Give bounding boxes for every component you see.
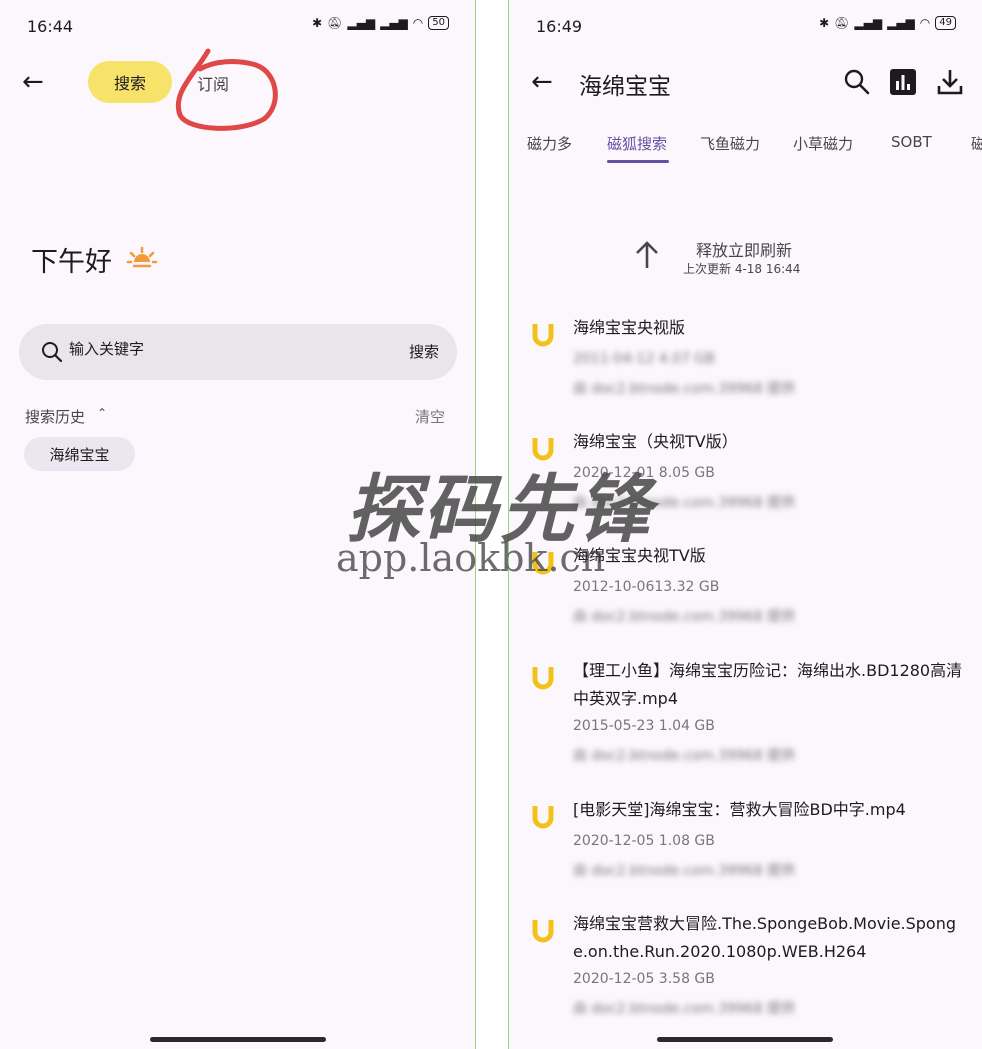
tab-indicator <box>607 160 669 163</box>
magnet-icon <box>532 806 554 829</box>
refresh-updated: 上次更新 4-18 16:44 <box>683 262 801 276</box>
search-button[interactable]: 搜索 <box>409 341 439 362</box>
page-title: 海绵宝宝 <box>579 74 671 100</box>
download-icon[interactable] <box>937 68 963 96</box>
result-source: 由 doc2.btnode.com.39968 提供 <box>573 863 796 879</box>
result-name: [电影天堂]海绵宝宝：营救大冒险BD中字.mp4 <box>573 800 906 819</box>
search-bar[interactable]: 搜索 <box>19 324 457 380</box>
result-source: 由 doc2.btnode.com.39968 提供 <box>573 381 796 397</box>
divider-gap <box>476 0 508 1049</box>
tab-source[interactable]: 飞鱼磁力 <box>700 133 760 154</box>
mute-icon: 🔕︎ <box>834 16 850 30</box>
magnet-icon <box>532 552 554 575</box>
tab-source-active[interactable]: 磁狐搜索 <box>607 133 667 154</box>
history-chip[interactable]: 海绵宝宝 <box>24 437 135 471</box>
back-arrow-icon[interactable]: ← <box>22 69 44 95</box>
result-meta: 2020-12-01 8.05 GB <box>573 465 715 481</box>
bluetooth-icon: ✱ <box>819 16 830 30</box>
result-name: 海绵宝宝（央视TV版） <box>573 432 738 451</box>
tab-source[interactable]: 小草磁力 <box>793 133 853 154</box>
result-name: 海绵宝宝营救大冒险.The.SpongeBob.Movie.Sponge.on.… <box>573 914 957 961</box>
left-screen: 16:44 ✱ 🔕︎ ▂▄▆ ▂▄▆ ◠ 50 ← 搜索 订阅 下午好 搜索 搜… <box>0 0 476 1049</box>
result-source: 由 doc2.btnode.com.39968 提供 <box>573 495 796 511</box>
source-tabs: 磁力多 磁狐搜索 飞鱼磁力 小草磁力 SOBT 磁 <box>509 128 982 164</box>
home-indicator[interactable] <box>657 1037 833 1042</box>
result-meta: 2011-04-12 4.07 GB <box>573 351 715 367</box>
sun-icon <box>126 246 158 268</box>
back-arrow-icon[interactable]: ← <box>531 69 553 95</box>
search-icon <box>42 342 63 363</box>
tab-source[interactable]: SOBT <box>891 133 932 151</box>
wifi-icon: ◠ <box>412 16 424 30</box>
status-icons: ✱ 🔕︎ ▂▄▆ ▂▄▆ ◠ 50 <box>312 16 449 30</box>
red-annotation-circle <box>175 48 278 131</box>
result-name: 海绵宝宝央视TV版 <box>573 546 706 565</box>
result-meta: 2020-12-05 3.58 GB <box>573 971 715 987</box>
tab-source[interactable]: 磁 <box>971 133 982 154</box>
result-source: 由 doc2.btnode.com.39968 提供 <box>573 1001 796 1017</box>
result-source: 由 doc2.btnode.com.39968 提供 <box>573 748 796 764</box>
chart-icon[interactable] <box>890 69 916 95</box>
search-history-label: 搜索历史 <box>25 408 86 426</box>
bluetooth-icon: ✱ <box>312 16 323 30</box>
greeting-text: 下午好 <box>31 247 112 278</box>
magnet-icon <box>532 438 554 461</box>
wifi-icon: ◠ <box>919 16 931 30</box>
magnet-icon <box>532 667 554 690</box>
signal-icon: ▂▄▆ <box>854 16 883 30</box>
signal-icon: ▂▄▆ <box>380 16 408 30</box>
result-meta: 2015-05-23 1.04 GB <box>573 718 715 734</box>
chevron-up-icon[interactable]: ⌃ <box>97 406 107 420</box>
signal-icon: ▂▄▆ <box>887 16 915 30</box>
arrow-up-icon <box>636 241 658 268</box>
tab-search[interactable]: 搜索 <box>88 61 172 103</box>
result-meta: 2012-10-0613.32 GB <box>573 579 720 595</box>
mute-icon: 🔕︎ <box>327 16 343 30</box>
status-icons: ✱ 🔕︎ ▂▄▆ ▂▄▆ ◠ 49 <box>819 16 956 30</box>
battery-icon: 50 <box>428 16 449 30</box>
result-name: 海绵宝宝央视版 <box>573 318 686 337</box>
magnet-icon <box>532 324 554 347</box>
status-time: 16:44 <box>27 17 74 36</box>
home-indicator[interactable] <box>150 1037 326 1042</box>
status-time: 16:49 <box>536 17 583 36</box>
search-input[interactable] <box>69 340 369 358</box>
result-name: 【理工小鱼】海绵宝宝历险记：海绵出水.BD1280高清中英双字.mp4 <box>573 661 963 708</box>
status-bar: 16:49 ✱ 🔕︎ ▂▄▆ ▂▄▆ ◠ 49 <box>509 0 982 54</box>
magnet-icon <box>532 920 554 943</box>
battery-icon: 49 <box>935 16 956 30</box>
clear-history-button[interactable]: 清空 <box>415 406 445 427</box>
result-source: 由 doc2.btnode.com.39968 提供 <box>573 609 796 625</box>
search-icon[interactable] <box>843 68 871 96</box>
refresh-label: 释放立即刷新 <box>696 241 793 260</box>
signal-icon: ▂▄▆ <box>347 16 376 30</box>
tab-source[interactable]: 磁力多 <box>527 133 572 154</box>
result-meta: 2020-12-05 1.08 GB <box>573 833 715 849</box>
right-screen: 16:49 ✱ 🔕︎ ▂▄▆ ▂▄▆ ◠ 49 ← 海绵宝宝 磁力多 磁狐搜索 … <box>508 0 982 1049</box>
